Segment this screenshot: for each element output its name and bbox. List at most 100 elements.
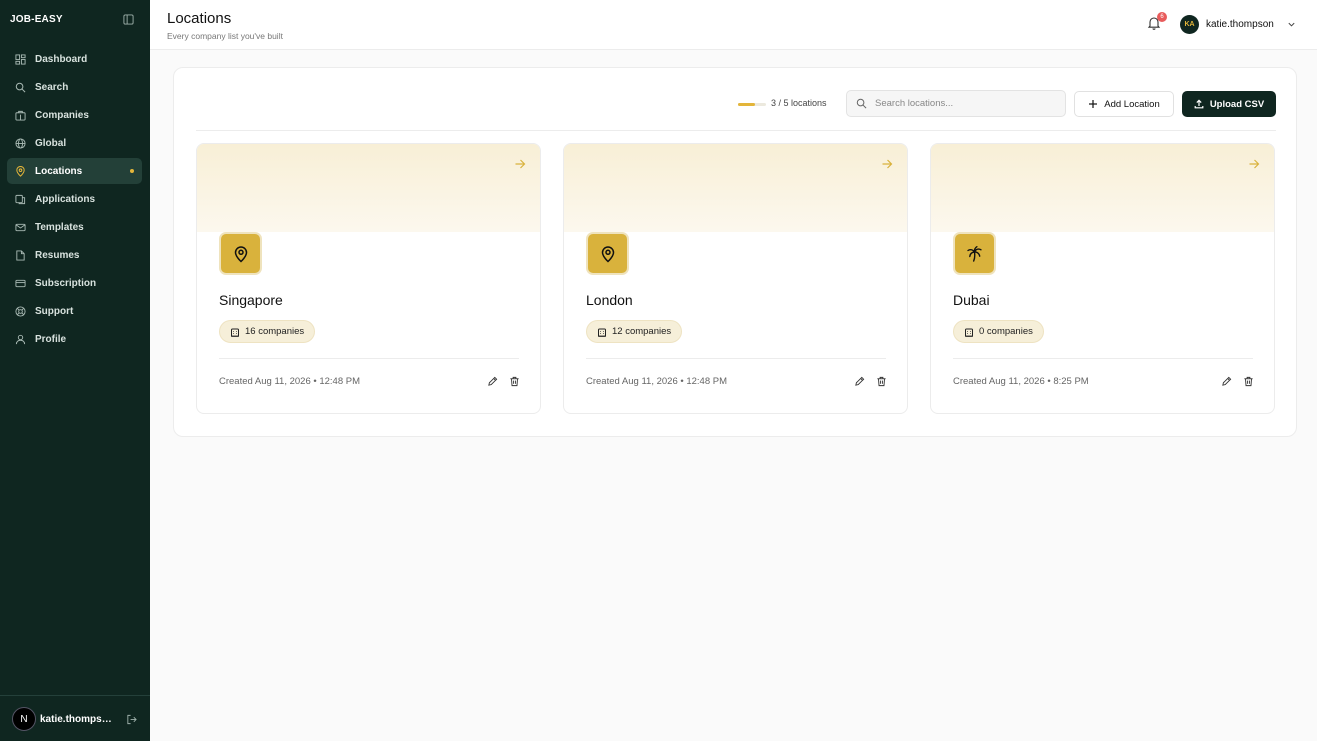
sidebar-item-support[interactable]: Support	[7, 298, 142, 324]
pencil-icon[interactable]	[487, 376, 498, 387]
card-banner	[197, 144, 540, 232]
add-location-button[interactable]: Add Location	[1074, 91, 1174, 117]
sidebar-item-label: Global	[35, 137, 67, 149]
pencil-icon[interactable]	[1221, 376, 1232, 387]
user-avatar[interactable]: KA	[1180, 15, 1199, 34]
map-pin-icon	[234, 245, 247, 263]
sidebar-item-label: Dashboard	[35, 53, 88, 65]
building-icon	[965, 328, 973, 337]
sidebar-nav: Dashboard Search Companies Global Locati…	[7, 46, 142, 354]
sidebar-item-label: Profile	[35, 333, 67, 345]
companies-count-label: 12 companies	[612, 326, 672, 337]
building-icon	[231, 328, 239, 337]
active-indicator-dot	[130, 169, 134, 173]
search-icon	[856, 98, 867, 109]
notification-badge: 6	[1157, 12, 1167, 22]
sidebar-item-label: Search	[35, 81, 69, 93]
sidebar-item-applications[interactable]: Applications	[7, 186, 142, 212]
location-icon-tile	[219, 232, 262, 275]
locations-count: 3 / 5 locations	[771, 98, 827, 108]
avatar[interactable]: N	[12, 707, 36, 731]
created-date: Created Aug 11, 2026 • 12:48 PM	[219, 376, 360, 387]
user-menu-name[interactable]: katie.thompson	[1206, 19, 1282, 30]
sidebar-footer: N katie.thompson	[0, 695, 150, 741]
location-card-dubai[interactable]: Dubai 0 companies Created Aug 11, 2026 •…	[930, 143, 1275, 414]
palm-tree-icon	[966, 245, 982, 262]
created-date: Created Aug 11, 2026 • 12:48 PM	[586, 376, 727, 387]
location-name: Singapore	[219, 292, 283, 308]
sidebar-item-profile[interactable]: Profile	[7, 326, 142, 352]
dashboard-icon	[15, 53, 26, 65]
location-icon-tile	[953, 232, 996, 275]
sidebar-collapse-icon[interactable]	[123, 14, 134, 25]
location-name: London	[586, 292, 633, 308]
arrow-right-icon[interactable]	[881, 158, 893, 170]
search-input[interactable]	[875, 98, 1055, 109]
page-subtitle: Every company list you've built	[167, 31, 283, 41]
companies-count-label: 0 companies	[979, 326, 1033, 337]
companies-count-label: 16 companies	[245, 326, 305, 337]
sidebar-item-locations[interactable]: Locations	[7, 158, 142, 184]
map-pin-icon	[601, 245, 614, 263]
upload-csv-button[interactable]: Upload CSV	[1182, 91, 1276, 117]
upload-icon	[1194, 99, 1204, 109]
mail-icon	[15, 223, 26, 231]
plus-icon	[1089, 100, 1098, 108]
sidebar-item-label: Applications	[35, 193, 96, 205]
sidebar-item-dashboard[interactable]: Dashboard	[7, 46, 142, 72]
companies-count-badge: 0 companies	[953, 320, 1044, 343]
search-icon	[15, 82, 26, 92]
brand-logo[interactable]: JOB-EASY	[10, 14, 63, 25]
user-icon	[15, 334, 26, 344]
card-banner	[931, 144, 1274, 232]
applications-icon	[15, 194, 26, 204]
add-location-label: Add Location	[1104, 98, 1160, 110]
locations-panel: 3 / 5 locations Add Location Upload CSV …	[173, 67, 1297, 437]
pencil-icon[interactable]	[854, 376, 865, 387]
locations-progress-bar	[738, 103, 766, 106]
arrow-right-icon[interactable]	[1248, 158, 1260, 170]
building-icon	[598, 328, 606, 337]
sidebar-item-label: Support	[35, 305, 74, 317]
sidebar-item-label: Templates	[35, 221, 84, 233]
locations-progress-fill	[738, 103, 755, 106]
search-box	[846, 90, 1066, 117]
card-banner	[564, 144, 907, 232]
building-icon	[15, 110, 26, 121]
arrow-right-icon[interactable]	[514, 158, 526, 170]
sidebar-item-search[interactable]: Search	[7, 74, 142, 100]
companies-count-badge: 16 companies	[219, 320, 316, 343]
sidebar-item-global[interactable]: Global	[7, 130, 142, 156]
companies-count-badge: 12 companies	[586, 320, 683, 343]
sidebar-item-subscription[interactable]: Subscription	[7, 270, 142, 296]
card-divider	[219, 358, 519, 359]
globe-icon	[15, 137, 26, 149]
location-card-london[interactable]: London 12 companies Created Aug 11, 2026…	[563, 143, 908, 414]
sidebar-item-label: Subscription	[35, 277, 97, 289]
sidebar-item-label: Locations	[35, 165, 83, 177]
sidebar: JOB-EASY Dashboard Search Companies Glob…	[0, 0, 150, 741]
location-card-singapore[interactable]: Singapore 16 companies Created Aug 11, 2…	[196, 143, 541, 414]
page-title: Locations	[167, 10, 232, 27]
file-icon	[16, 249, 25, 261]
location-name: Dubai	[953, 292, 990, 308]
top-header: Locations Every company list you've buil…	[150, 0, 1317, 50]
created-date: Created Aug 11, 2026 • 8:25 PM	[953, 376, 1089, 387]
trash-icon[interactable]	[876, 376, 887, 387]
sidebar-username: katie.thompson	[40, 714, 112, 725]
sidebar-item-label: Companies	[35, 109, 89, 121]
upload-csv-label: Upload CSV	[1209, 98, 1265, 110]
sidebar-item-templates[interactable]: Templates	[7, 214, 142, 240]
sidebar-item-companies[interactable]: Companies	[7, 102, 142, 128]
map-pin-icon	[16, 165, 25, 177]
toolbar-divider	[196, 130, 1276, 131]
chevron-down-icon[interactable]	[1287, 20, 1296, 29]
sidebar-item-label: Resumes	[35, 249, 80, 261]
logout-icon[interactable]	[126, 714, 137, 725]
sidebar-item-resumes[interactable]: Resumes	[7, 242, 142, 268]
trash-icon[interactable]	[509, 376, 520, 387]
trash-icon[interactable]	[1243, 376, 1254, 387]
card-icon	[15, 279, 26, 287]
location-icon-tile	[586, 232, 629, 275]
card-divider	[586, 358, 886, 359]
